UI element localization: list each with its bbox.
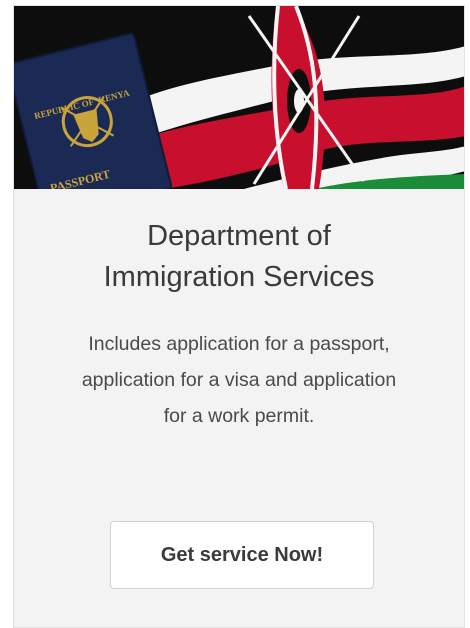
card-description-line: application for a visa and application <box>81 369 397 391</box>
card-description-line: Includes application for a passport, <box>88 333 390 355</box>
card-title: Department of Immigration Services <box>14 216 464 298</box>
kenya-passport-flag-image: REPUBLIC OF KENYA PASSPORT <box>14 6 464 189</box>
hero-image: REPUBLIC OF KENYA PASSPORT <box>14 6 464 189</box>
get-service-button[interactable]: Get service Now! <box>110 521 374 589</box>
card-title-line: Immigration Services <box>103 261 375 293</box>
card-description: Includes application for a passport, app… <box>34 326 444 434</box>
service-card: REPUBLIC OF KENYA PASSPORT Department of… <box>13 5 465 628</box>
card-description-line: for a work permit. <box>163 405 315 427</box>
card-title-line: Department of <box>147 220 331 252</box>
